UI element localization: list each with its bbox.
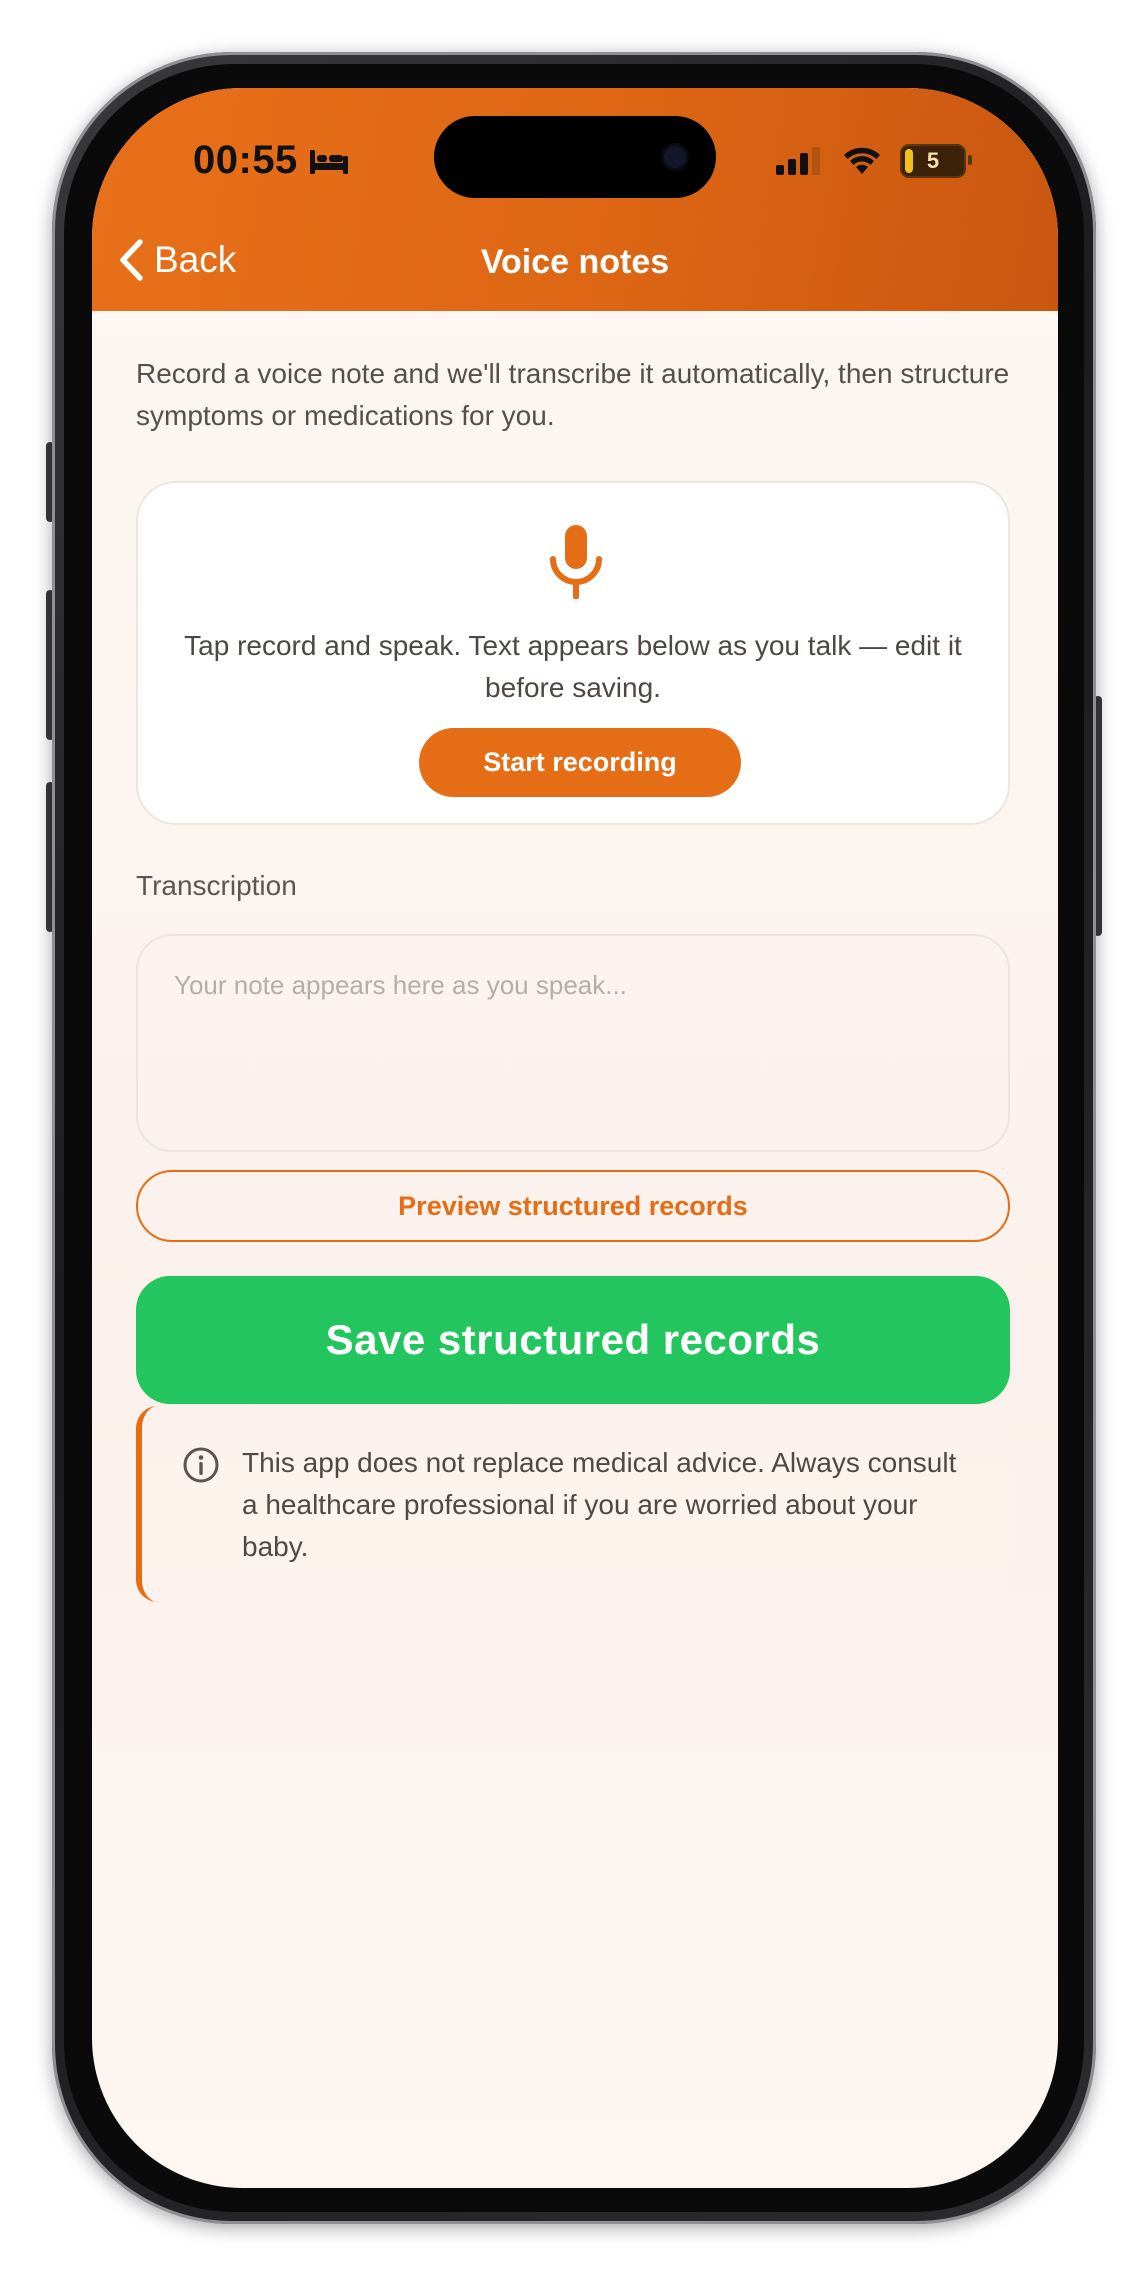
- record-card: Tap record and speak. Text appears below…: [136, 481, 1010, 825]
- intro-text: Record a voice note and we'll transcribe…: [136, 358, 1010, 431]
- status-time: 00:55: [193, 138, 350, 183]
- app-header: 00:55 5 Back Voice notes: [92, 88, 1058, 311]
- microphone-icon: [550, 525, 602, 599]
- disclaimer-banner: This app does not replace medical advice…: [136, 1406, 1010, 1602]
- battery-terminal: [968, 155, 972, 165]
- dynamic-island: [434, 116, 716, 198]
- bed-icon: [309, 149, 348, 174]
- record-hint: Tap record and speak. Text appears below…: [184, 630, 962, 703]
- info-circle-icon: [183, 1447, 219, 1483]
- page-title: Voice notes: [480, 243, 670, 281]
- battery-indicator: 5: [900, 144, 972, 178]
- start-recording-button[interactable]: Start recording: [419, 728, 741, 797]
- status-time-text: 00:55: [193, 138, 298, 182]
- cellular-signal-icon: [776, 147, 820, 175]
- device-stage: 00:55 5 Back Voice notes Record a voice …: [0, 0, 1148, 2277]
- app-screen: 00:55 5 Back Voice notes Record a voice …: [92, 88, 1058, 2188]
- battery-level-fill: [905, 149, 913, 173]
- transcription-label: Transcription: [136, 870, 297, 901]
- battery-level-text: 5: [926, 148, 940, 173]
- status-indicators: 5: [776, 144, 972, 178]
- wifi-icon: [844, 147, 880, 174]
- disclaimer-text: This app does not replace medical advice…: [242, 1447, 957, 1562]
- front-camera: [664, 146, 686, 168]
- transcription-input[interactable]: [136, 934, 1010, 1152]
- preview-records-button[interactable]: Preview structured records: [136, 1170, 1010, 1242]
- save-records-button[interactable]: Save structured records: [136, 1276, 1010, 1404]
